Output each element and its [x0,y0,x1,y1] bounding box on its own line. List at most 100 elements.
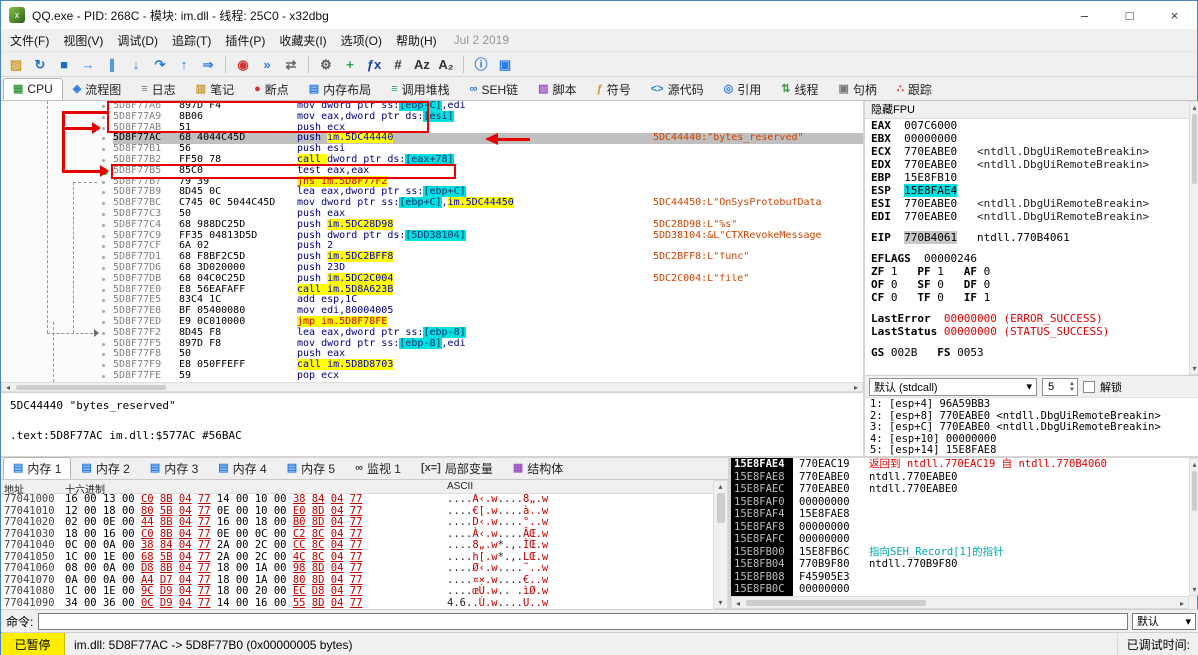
maximize-button[interactable]: □ [1107,1,1152,29]
stack-row[interactable]: 15E8FB04 770B9F80 ntdll.770B9F80 [731,558,1189,571]
animate-button[interactable]: » [256,53,278,75]
register-row[interactable]: EBP 15E8FB10 [865,171,1189,184]
breakpoint-gutter[interactable] [1,338,113,350]
tab-call-stack[interactable]: ≡ 调用堆栈 [381,78,459,100]
disasm-row[interactable]: 5D8F77C4 68 988DC25D push im.5DC28D98 5DC28… [1,218,863,231]
tab-symbols[interactable]: ƒ 符号 [587,78,641,100]
patches-button[interactable]: + [339,53,361,75]
breakpoint-gutter[interactable] [1,370,113,382]
step-into-button[interactable]: ↓ [125,53,147,75]
switch-thread-button[interactable]: ⇄ [280,53,302,75]
font-button[interactable]: A₂ [435,53,457,75]
tab-breakpoints[interactable]: ● 断点 [244,78,299,100]
run-to-user-button[interactable]: ⇒ [197,53,219,75]
vertical-splitter[interactable] [863,101,865,456]
command-input[interactable] [38,612,1128,630]
tab-trace[interactable]: ∴ 跟踪 [887,78,942,100]
breakpoint-gutter[interactable] [1,284,113,296]
breakpoint-gutter[interactable] [1,360,113,371]
hide-fpu-button[interactable]: 隐藏FPU [865,101,1189,119]
menu-item-6[interactable]: 选项(O) [334,29,389,52]
scroll-up-icon[interactable]: ▴ [1190,460,1198,469]
tab-watch-1[interactable]: ∞ 监视 1 [345,457,411,479]
stepper-down-icon[interactable]: ▼ [1069,387,1075,393]
register-row[interactable]: GS 002B FS 0053 [865,346,1189,359]
step-over-button[interactable]: ↷ [149,53,171,75]
register-row[interactable]: ZF 1 PF 1 AF 0 [865,265,1189,278]
register-row[interactable]: EDX 770EABE0 <ntdll.DbgUiRemoteBreakin> [865,158,1189,171]
menu-item-0[interactable]: 文件(F) [3,29,56,52]
tab-dump-5[interactable]: ▤ 内存 5 [277,457,345,479]
close-button[interactable]: × [1152,1,1197,29]
stack-row[interactable]: 15E8FAE8 770EABE0 ntdll.770EABE0 [731,470,1189,483]
disasm-row[interactable]: 5D8F77FE 59 pop ecx [1,370,863,382]
disasm-hscrollbar[interactable]: ◂ ▸ [1,382,863,392]
scroll-right-icon[interactable]: ▸ [851,383,861,392]
breakpoint-gutter[interactable] [1,306,113,317]
register-row[interactable]: EBX 00000000 [865,132,1189,145]
tab-script[interactable]: ▧ 脚本 [528,78,586,100]
scrollbar-thumb[interactable] [717,493,725,523]
stack-row[interactable]: 15E8FAF0 00000000 [731,495,1189,508]
scrollbar-thumb[interactable] [1192,471,1197,511]
scroll-down-icon[interactable]: ▾ [1190,364,1198,373]
fx-button[interactable]: ƒx [363,53,385,75]
trace-record-button[interactable]: ◉ [232,53,254,75]
register-row[interactable]: LastStatus 00000000 (STATUS_SUCCESS) [865,325,1189,338]
call-arg-row[interactable]: 3: [esp+C] 770EABE0 <ntdll.DbgUiRemoteBr… [870,421,1194,434]
stack-row[interactable]: 15E8FAF8 00000000 [731,520,1189,533]
command-dropdown[interactable]: 默认 ▾ [1132,612,1196,630]
breakpoint-gutter[interactable] [1,349,113,361]
restart-button[interactable]: ↻ [29,53,51,75]
run-button[interactable]: → [77,53,99,75]
breakpoint-gutter[interactable] [1,133,113,145]
stop-button[interactable]: ■ [53,53,75,75]
stack-row[interactable]: 15E8FAF4 15E8FAE8 [731,508,1189,521]
register-row[interactable]: ECX 770EABE0 <ntdll.DbgUiRemoteBreakin> [865,145,1189,158]
tab-log[interactable]: ≡ 日志 [131,78,185,100]
breakpoint-gutter[interactable] [1,187,113,199]
register-row[interactable]: CF 0 TF 0 IF 1 [865,291,1189,304]
tab-locals[interactable]: [x=] 局部变量 [411,457,503,479]
dump-row[interactable]: 77041090 34 00 36 00 0C D9 04 77 14 00 16… [1,597,713,610]
stack-row[interactable]: 15E8FB0C 00000000 [731,583,1189,596]
breakpoint-gutter[interactable] [1,262,113,274]
register-row[interactable]: OF 0 SF 0 DF 0 [865,278,1189,291]
register-row[interactable]: EDI 770EABE0 <ntdll.DbgUiRemoteBreakin> [865,210,1189,223]
stack-vscrollbar[interactable]: ▴ ▾ [1189,458,1198,596]
breakpoint-gutter[interactable] [1,295,113,307]
tab-notes[interactable]: ▥ 笔记 [186,78,244,100]
menu-item-3[interactable]: 追踪(T) [165,29,218,52]
tab-struct[interactable]: ▦ 结构体 [503,457,573,479]
menu-item-1[interactable]: 视图(V) [56,29,110,52]
scrollbar-thumb[interactable] [746,600,926,606]
register-row[interactable]: EIP 770B4061 ntdll.770B4061 [865,231,1189,244]
breakpoint-gutter[interactable] [1,198,113,209]
stack-row[interactable]: 15E8FAFC 00000000 [731,533,1189,546]
scrollbar-thumb[interactable] [1192,114,1197,184]
tab-cpu[interactable]: ▦ CPU [3,78,63,100]
tab-dump-1[interactable]: ▤ 内存 1 [3,457,72,479]
stack-hscrollbar[interactable]: ◂ ▸ [731,596,1189,609]
scroll-down-icon[interactable]: ▾ [714,598,727,607]
call-arg-row[interactable]: 1: [esp+4] 96A59BB3 [870,398,1194,411]
stack-row[interactable]: 15E8FB00 15E8FB6C 指向SEH_Record[1]的指针 [731,545,1189,558]
register-row[interactable]: LastError 00000000 (ERROR_SUCCESS) [865,312,1189,325]
open-file-button[interactable]: ▨ [5,53,27,75]
register-row[interactable]: ESI 770EABE0 <ntdll.DbgUiRemoteBreakin> [865,197,1189,210]
breakpoint-gutter[interactable] [1,208,113,220]
tab-graph[interactable]: ◈ 流程图 [63,78,131,100]
argument-count-stepper[interactable]: 5 ▲ ▼ [1042,377,1078,396]
tab-threads[interactable]: ⇅ 线程 [771,78,828,100]
register-row[interactable]: EFLAGS 00000246 [865,252,1189,265]
menu-item-4[interactable]: 插件(P) [218,29,272,52]
pause-button[interactable]: ∥ [101,53,123,75]
tab-source[interactable]: <> 源代码 [641,78,714,100]
calling-convention-select[interactable]: 默认 (stdcall) ▾ [869,377,1037,396]
disasm-row[interactable]: 5D8F77F2 8D45 F8 lea eax,dword ptr ss:[ebp… [1,326,863,339]
scroll-down-icon[interactable]: ▾ [1190,585,1198,594]
register-row[interactable]: EAX 007C6000 [865,119,1189,132]
minimize-button[interactable]: – [1062,1,1107,29]
breakpoint-gutter[interactable] [1,252,113,263]
window-button[interactable]: ▣ [494,53,516,75]
